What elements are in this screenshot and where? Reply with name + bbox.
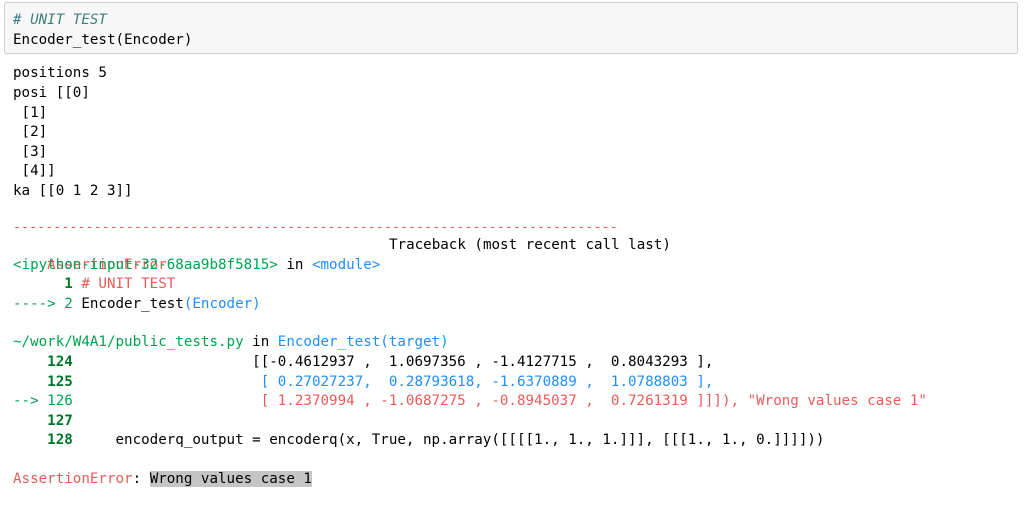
input-ref: <ipython-input-32-68aa9b8f5815> [13, 257, 278, 273]
stdout-line: [1] [13, 105, 48, 121]
frame1-line2: ----> 2 Encoder_test(Encoder) [13, 294, 261, 314]
line-number: --> 126 [13, 393, 73, 409]
line-number: 124 [13, 354, 73, 370]
frame1-line1: 1 # UNIT TEST [13, 274, 175, 294]
func-name: Encoder_test [277, 334, 381, 350]
stdout-line: ka [[0 1 2 3]] [13, 183, 133, 199]
frame2-location: ~/work/W4A1/public_tests.py in Encoder_t… [13, 332, 449, 352]
stdout-line: positions 5 [13, 65, 107, 81]
code-text: [ 1.2370994 , -1.0687275 , -0.8945037 , … [72, 393, 927, 409]
code-text: [[-0.4612937 , 1.0697356 , -1.4127715 , … [72, 354, 714, 370]
stdout-line: posi [[0] [13, 85, 90, 101]
code-cell-input[interactable]: # UNIT TEST Encoder_test(Encoder) [4, 2, 1018, 54]
code-comment: # UNIT TEST [13, 12, 107, 28]
line-number: 1 [13, 276, 73, 292]
line-number: 128 [13, 432, 73, 448]
traceback-header: Traceback (most recent call last) [389, 237, 671, 253]
module-name: <module> [311, 257, 381, 273]
frame2-line-127: 127 [13, 411, 73, 431]
stdout-line: [4]] [13, 163, 56, 179]
frame2-line-128: 128 encoderq_output = encoderq(x, True, … [13, 430, 824, 450]
frame1-location: <ipython-input-32-68aa9b8f5815> in <modu… [13, 255, 380, 275]
code-comment: # UNIT TEST [72, 276, 176, 292]
line-number: 125 [13, 374, 73, 390]
code-line: Encoder_test(Encoder) [13, 32, 193, 48]
func-args: (Encoder) [183, 296, 261, 312]
line-number: 127 [13, 413, 73, 429]
func-args: (target) [380, 334, 449, 350]
error-separator: : [132, 471, 150, 487]
code-text: [ 0.27027237, 0.28793618, -1.6370889 , 1… [72, 374, 714, 390]
frame2-line-124: 124 [[-0.4612937 , 1.0697356 , -1.412771… [13, 352, 713, 372]
traceback-header-line: AssertionError [13, 235, 167, 273]
in-word: in [243, 334, 278, 350]
error-arrow: ----> 2 [13, 296, 73, 312]
file-path: ~/work/W4A1/public_tests.py [13, 334, 244, 350]
func-call: Encoder_test [72, 296, 184, 312]
final-error: AssertionError: Wrong values case 1 [13, 469, 312, 489]
stdout-line: [3] [13, 144, 48, 160]
error-name: AssertionError [13, 471, 133, 487]
stdout-line: [2] [13, 124, 48, 140]
frame2-line-126: --> 126 [ 1.2370994 , -1.0687275 , -0.89… [13, 391, 927, 411]
frame2-line-125: 125 [ 0.27027237, 0.28793618, -1.6370889… [13, 372, 713, 392]
in-word: in [277, 257, 312, 273]
code-text: encoderq_output = encoderq(x, True, np.a… [72, 432, 825, 448]
error-message[interactable]: Wrong values case 1 [149, 471, 312, 487]
